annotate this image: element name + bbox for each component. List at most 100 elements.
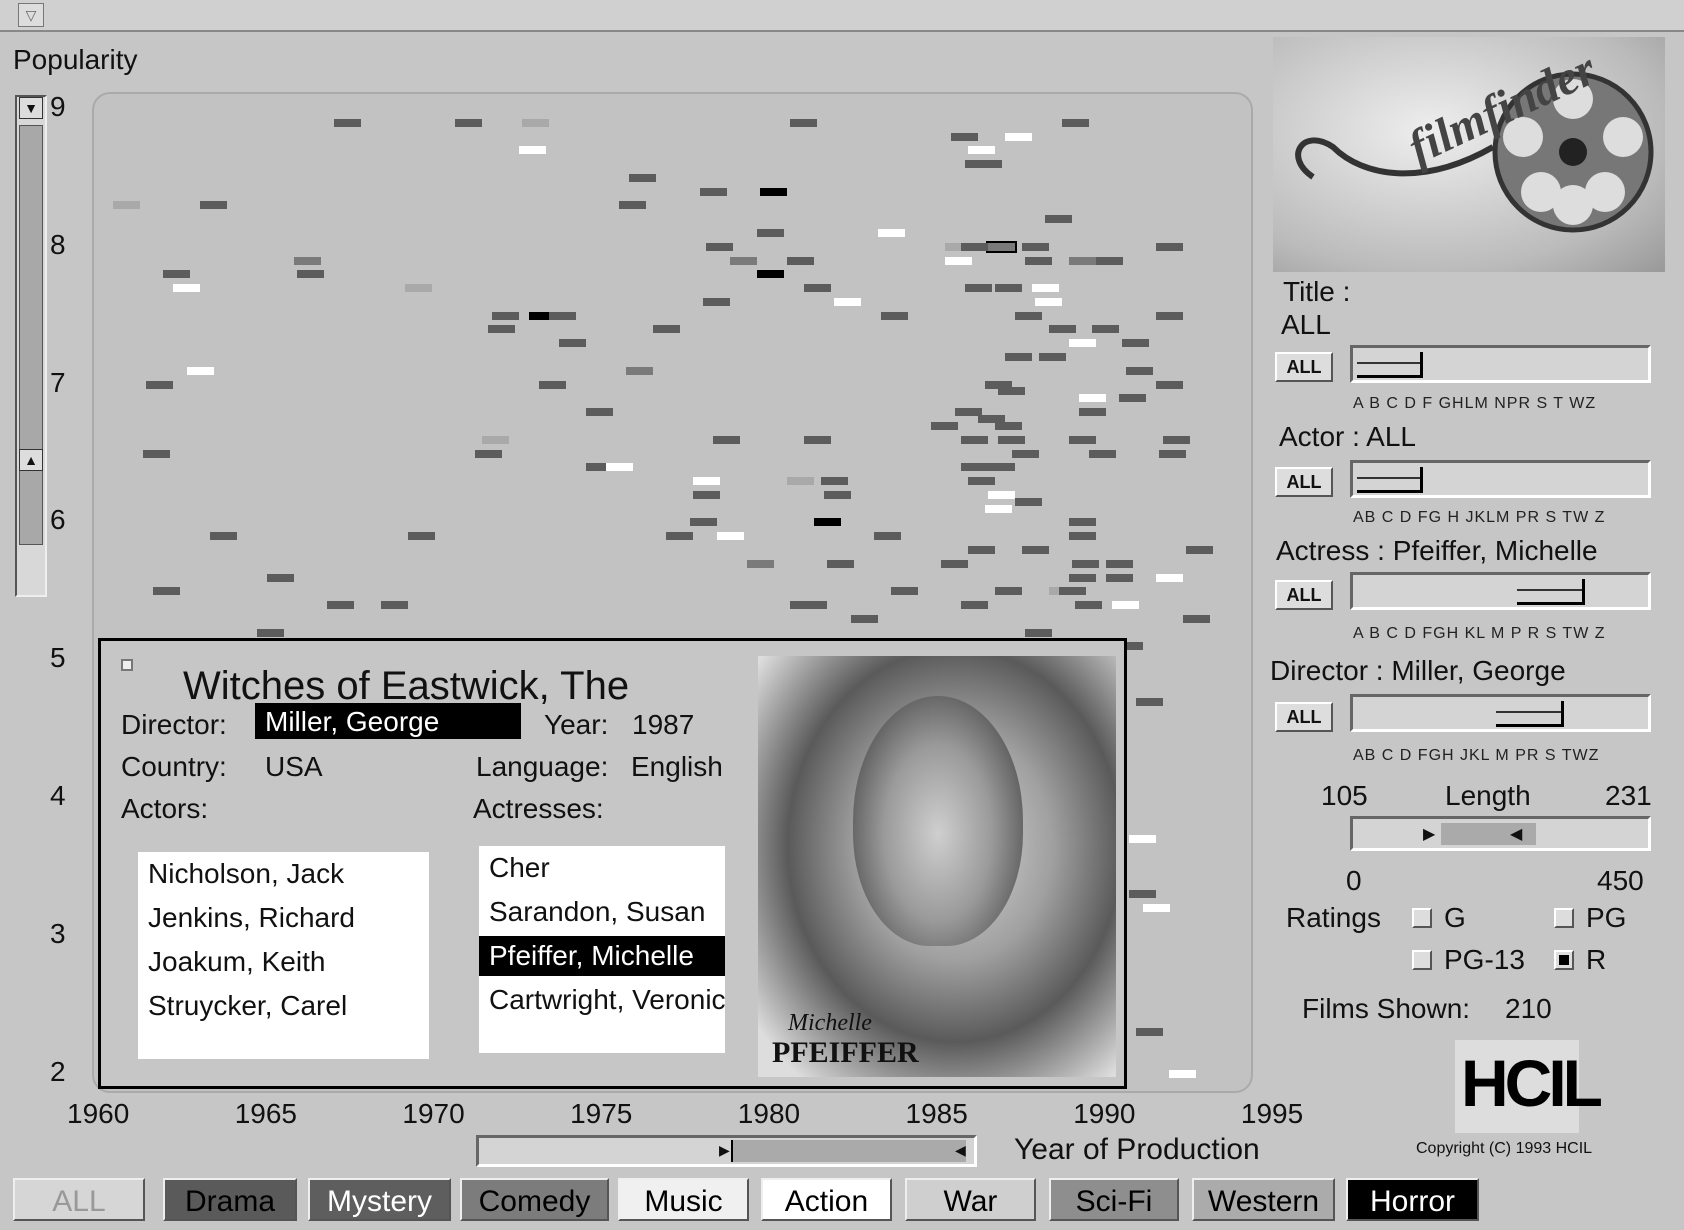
film-point[interactable] xyxy=(548,311,576,320)
film-point[interactable] xyxy=(820,477,848,486)
film-point[interactable] xyxy=(1038,353,1066,362)
film-point[interactable] xyxy=(293,256,321,265)
film-point[interactable] xyxy=(1068,339,1096,348)
title-slider[interactable] xyxy=(1350,345,1651,383)
film-point[interactable] xyxy=(629,173,657,182)
film-point[interactable] xyxy=(874,532,902,541)
actress-all-button[interactable]: ALL xyxy=(1275,580,1333,610)
genre-button-war[interactable]: War xyxy=(905,1178,1036,1221)
film-point[interactable] xyxy=(1068,518,1096,527)
window-menu-button[interactable]: ▽ xyxy=(18,3,44,27)
film-point[interactable] xyxy=(1068,532,1096,541)
rating-checkbox-g[interactable] xyxy=(1412,908,1432,928)
actor-list-item[interactable]: Nicholson, Jack xyxy=(138,854,344,894)
film-point[interactable] xyxy=(1004,132,1032,141)
year-min-thumb-icon[interactable]: ▶ xyxy=(719,1142,730,1159)
film-point[interactable] xyxy=(1169,1069,1197,1078)
genre-button-all[interactable]: ALL xyxy=(13,1178,145,1221)
actor-all-button[interactable]: ALL xyxy=(1275,467,1333,497)
film-point[interactable] xyxy=(1004,353,1032,362)
film-point[interactable] xyxy=(703,297,731,306)
popularity-slider[interactable]: ▼ ▲ xyxy=(15,95,47,597)
film-point[interactable] xyxy=(1048,325,1076,334)
film-point[interactable] xyxy=(1162,435,1190,444)
film-point[interactable] xyxy=(210,532,238,541)
actor-slider-thumb[interactable] xyxy=(1357,467,1423,493)
genre-button-mystery[interactable]: Mystery xyxy=(308,1178,451,1221)
genre-button-horror[interactable]: Horror xyxy=(1346,1178,1479,1221)
film-point[interactable] xyxy=(1105,559,1133,568)
film-point[interactable] xyxy=(790,118,818,127)
film-point[interactable] xyxy=(706,242,734,251)
actresses-list[interactable]: Cher Sarandon, Susan Pfeiffer, Michelle Car… xyxy=(479,846,725,1053)
film-point[interactable] xyxy=(1182,614,1210,623)
film-point[interactable] xyxy=(1095,256,1123,265)
film-point[interactable] xyxy=(1025,256,1053,265)
film-point[interactable] xyxy=(1068,256,1096,265)
film-point[interactable] xyxy=(790,601,818,610)
genre-button-sci-fi[interactable]: Sci-Fi xyxy=(1049,1178,1179,1221)
film-point[interactable] xyxy=(1125,366,1153,375)
film-point[interactable] xyxy=(994,284,1022,293)
film-point[interactable] xyxy=(760,187,788,196)
length-range-slider[interactable]: ▶ ◀ xyxy=(1350,816,1651,851)
film-point[interactable] xyxy=(1155,242,1183,251)
film-point[interactable] xyxy=(1105,573,1133,582)
genre-button-action[interactable]: Action xyxy=(761,1178,892,1221)
film-point[interactable] xyxy=(666,532,694,541)
film-point[interactable] xyxy=(877,229,905,238)
film-point[interactable] xyxy=(1129,835,1157,844)
actor-list-item[interactable]: Struycker, Carel xyxy=(138,986,347,1026)
film-point[interactable] xyxy=(1035,297,1063,306)
film-point[interactable] xyxy=(1155,311,1183,320)
genre-button-drama[interactable]: Drama xyxy=(163,1178,297,1221)
film-point[interactable] xyxy=(699,187,727,196)
film-point[interactable] xyxy=(163,270,191,279)
actor-list-item[interactable]: Jenkins, Richard xyxy=(138,898,355,938)
film-point[interactable] xyxy=(693,477,721,486)
film-point[interactable] xyxy=(1092,325,1120,334)
genre-button-comedy[interactable]: Comedy xyxy=(460,1178,609,1221)
film-point[interactable] xyxy=(404,284,432,293)
film-point[interactable] xyxy=(112,201,140,210)
film-point[interactable] xyxy=(716,532,744,541)
film-point[interactable] xyxy=(850,614,878,623)
film-point[interactable] xyxy=(1155,573,1183,582)
film-point[interactable] xyxy=(522,118,550,127)
film-point[interactable] xyxy=(998,435,1026,444)
genre-button-music[interactable]: Music xyxy=(618,1178,749,1221)
film-point[interactable] xyxy=(625,366,653,375)
film-point[interactable] xyxy=(538,380,566,389)
actors-list[interactable]: Nicholson, Jack Jenkins, Richard Joakum, K… xyxy=(138,852,429,1059)
film-point[interactable] xyxy=(1015,311,1043,320)
slider-down-arrow-icon[interactable]: ▼ xyxy=(19,97,43,119)
actress-list-item[interactable]: Sarandon, Susan xyxy=(479,892,725,932)
film-point[interactable] xyxy=(173,284,201,293)
film-point[interactable] xyxy=(931,421,959,430)
film-point[interactable] xyxy=(968,545,996,554)
film-point[interactable] xyxy=(475,449,503,458)
film-point[interactable] xyxy=(1075,601,1103,610)
director-all-button[interactable]: ALL xyxy=(1275,702,1333,732)
film-point[interactable] xyxy=(1135,1028,1163,1037)
film-point[interactable] xyxy=(961,242,989,251)
film-point[interactable] xyxy=(143,449,171,458)
film-point[interactable] xyxy=(968,146,996,155)
actress-list-item[interactable]: Pfeiffer, Michelle xyxy=(479,936,725,976)
film-point[interactable] xyxy=(186,366,214,375)
film-point[interactable] xyxy=(1122,339,1150,348)
film-point[interactable] xyxy=(786,477,814,486)
film-point[interactable] xyxy=(890,587,918,596)
film-point[interactable] xyxy=(1045,215,1073,224)
film-point[interactable] xyxy=(1186,545,1214,554)
actor-list-item[interactable]: Joakum, Keith xyxy=(138,942,325,982)
slider-up-arrow-icon[interactable]: ▲ xyxy=(19,449,43,471)
film-point[interactable] xyxy=(1068,435,1096,444)
film-point[interactable] xyxy=(1088,449,1116,458)
film-point[interactable] xyxy=(756,229,784,238)
film-point[interactable] xyxy=(381,601,409,610)
film-point[interactable] xyxy=(968,477,996,486)
film-point[interactable] xyxy=(1062,118,1089,127)
popularity-range-fill[interactable] xyxy=(19,125,43,545)
film-point[interactable] xyxy=(1142,904,1170,913)
